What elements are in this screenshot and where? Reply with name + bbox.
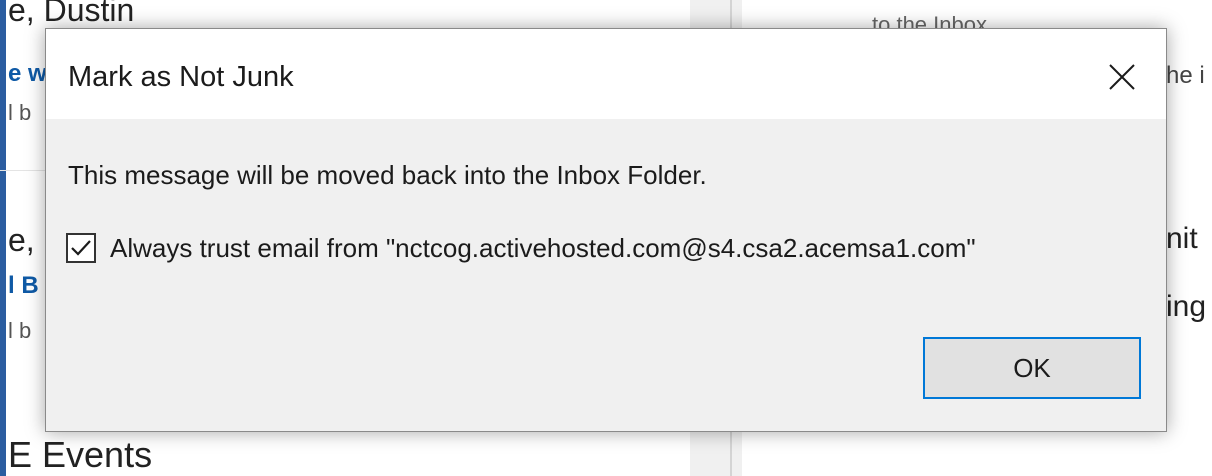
reading-text: nit <box>1166 222 1198 255</box>
message-subject[interactable]: l B <box>8 272 39 300</box>
trust-sender-option[interactable]: Always trust email from "nctcog.activeho… <box>66 229 976 267</box>
dialog-titlebar[interactable]: Mark as Not Junk <box>46 29 1166 119</box>
dialog-title: Mark as Not Junk <box>68 61 294 93</box>
checkmark-icon <box>71 240 91 256</box>
message-sender[interactable]: e, <box>8 222 35 259</box>
message-preview: l b <box>8 318 32 343</box>
reading-text: ing <box>1166 290 1207 323</box>
dialog-message: This message will be moved back into the… <box>68 160 707 190</box>
window-edge <box>0 0 6 476</box>
message-preview: l b <box>8 100 32 125</box>
message-sender[interactable]: e, Dustin <box>8 0 134 29</box>
section-heading: E Events <box>8 434 153 475</box>
message-subject[interactable]: e w <box>8 60 47 88</box>
reading-text: he i <box>1166 62 1205 89</box>
mark-not-junk-dialog: Mark as Not Junk This message will be mo… <box>45 28 1167 432</box>
trust-sender-label: Always trust email from "nctcog.activeho… <box>110 232 976 263</box>
close-icon <box>1109 64 1135 90</box>
ok-button[interactable]: OK <box>923 337 1141 399</box>
trust-sender-checkbox[interactable] <box>66 233 96 263</box>
close-button[interactable] <box>1100 55 1144 99</box>
